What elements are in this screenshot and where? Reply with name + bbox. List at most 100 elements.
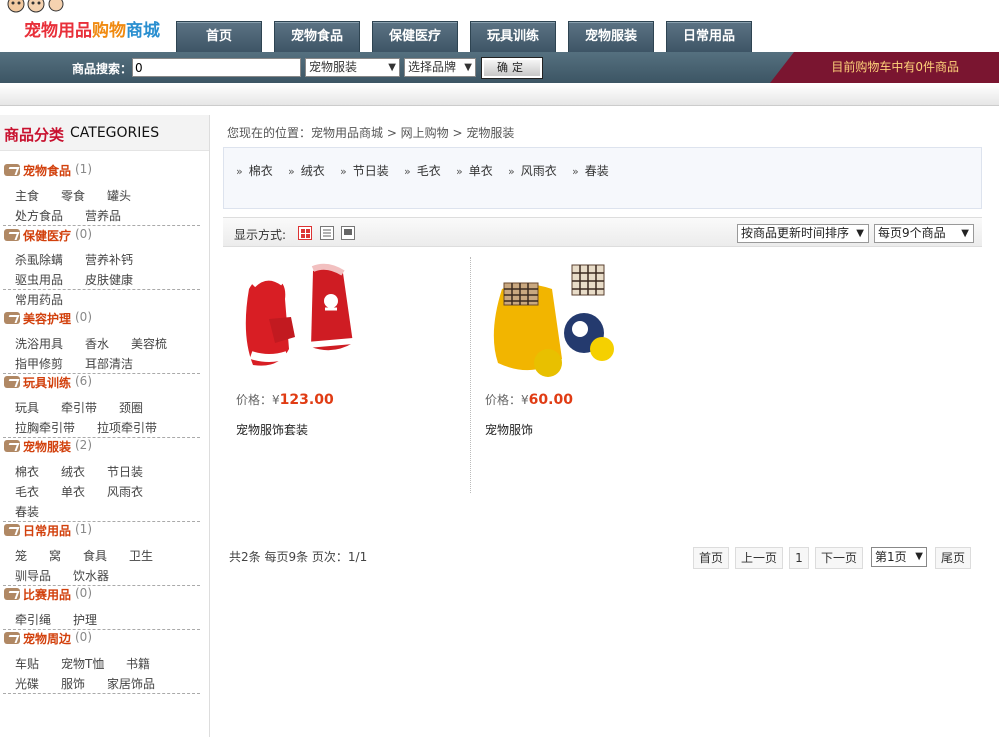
subcategory-link[interactable]: 牵引带 [61,399,97,416]
subcategory-link[interactable]: 笼 [15,547,27,564]
subcategory-link[interactable]: 书籍 [126,655,150,672]
subcategory-link[interactable]: 指甲修剪 [15,355,63,372]
subcategory-link[interactable]: 营养补钙 [85,251,133,268]
product-card[interactable]: 价格：¥123.00 宠物服饰套装 [223,257,471,493]
nav-tab-clothing[interactable]: 宠物服装 [568,21,654,52]
subcategory-link[interactable]: 服饰 [61,675,85,692]
category-count: (1) [75,162,92,176]
subcategory-link[interactable]: 香水 [85,335,109,352]
category-name: 宠物服装 [23,440,72,454]
subcategory-link[interactable]: 春装 [15,503,39,520]
subcategory-filter-item[interactable]: » 棉衣 [236,162,273,179]
cart-status[interactable]: 目前购物车中有0件商品 [770,52,999,83]
subcategory-link[interactable]: 饮水器 [73,567,109,584]
category-icon [4,376,20,388]
subcategory-link[interactable]: 风雨衣 [107,483,143,500]
subcategory-link[interactable]: 耳部清洁 [85,355,133,372]
grid-view-icon[interactable] [298,226,312,240]
sort-select[interactable]: 按商品更新时间排序 ▼ [737,224,869,243]
subcategory-link[interactable]: 节日装 [107,463,143,480]
product-name[interactable]: 宠物服饰套装 [236,421,308,438]
category-name: 宠物周边 [23,632,72,646]
subcategory-link[interactable]: 光碟 [15,675,39,692]
nav-tab-home[interactable]: 首页 [176,21,262,52]
nav-tab-pet-food[interactable]: 宠物食品 [274,21,360,52]
subcategory-filter-item[interactable]: » 风雨衣 [508,162,557,179]
subcategory-link[interactable]: 常用药品 [15,291,63,308]
subcategory-link[interactable]: 洗浴用具 [15,335,63,352]
subcategory-filter-item[interactable]: » 节日装 [340,162,389,179]
subcategory-link[interactable]: 家居饰品 [107,675,155,692]
chevron-down-icon: ▼ [961,228,969,239]
subcategory-link[interactable]: 零食 [61,187,85,204]
subcategory-link[interactable]: 单衣 [61,483,85,500]
nav-tab-toys[interactable]: 玩具训练 [470,21,556,52]
brand-select[interactable]: 选择品牌 ▼ [404,58,476,77]
nav-tab-daily[interactable]: 日常用品 [666,21,752,52]
logo-text-part: 商城 [126,21,160,41]
subcategory-link[interactable]: 营养品 [85,207,121,224]
currency-symbol: ¥ [272,393,280,407]
per-page-select[interactable]: 每页9个商品 ▼ [874,224,974,243]
product-image-red-outfit[interactable] [239,259,369,389]
category-clothing: 宠物服装 (2) 棉衣 绒衣 节日装 毛衣 单衣 风雨衣 春装 [3,438,200,522]
category-count: (0) [75,310,92,324]
category-competition: 比赛用品 (0) 牵引绳 护理 [3,586,200,630]
nav-tab-health[interactable]: 保健医疗 [372,21,458,52]
subcategory-link[interactable]: 绒衣 [61,463,85,480]
prev-page-button[interactable]: 上一页 [735,547,783,569]
subcategory-link[interactable]: 皮肤健康 [85,271,133,288]
subcategory-link[interactable]: 牵引绳 [15,611,51,628]
category-select[interactable]: 宠物服装 ▼ [305,58,400,77]
subcategory-link[interactable]: 宠物T恤 [61,655,104,672]
product-name[interactable]: 宠物服饰 [485,421,533,438]
large-view-icon[interactable] [341,226,355,240]
subcategory-link[interactable]: 驱虫用品 [15,271,63,288]
next-page-button[interactable]: 下一页 [815,547,863,569]
subcategory-link[interactable]: 驯导品 [15,567,51,584]
current-page[interactable]: 1 [789,547,809,569]
first-page-button[interactable]: 首页 [693,547,729,569]
breadcrumb: 您现在的位置：宠物用品商城 > 网上购物 > 宠物服装 [227,126,515,140]
list-view-icon[interactable] [320,226,334,240]
subcategory-filter-item[interactable]: » 春装 [572,162,609,179]
category-name: 玩具训练 [23,376,72,390]
subcategory-link[interactable]: 护理 [73,611,97,628]
search-input[interactable] [132,58,301,77]
subcategory-link[interactable]: 毛衣 [15,483,39,500]
subcategory-link[interactable]: 颈圈 [119,399,143,416]
subcategory-link[interactable]: 卫生 [129,547,153,564]
double-chevron-icon: » [572,165,579,178]
per-page-select-value: 每页9个商品 [878,226,946,240]
category-name: 美容护理 [23,312,72,326]
subcategory-link[interactable]: 美容梳 [131,335,167,352]
subcategory-link[interactable]: 棉衣 [15,463,39,480]
page-select-value: 第1页 [875,550,907,564]
last-page-button[interactable]: 尾页 [935,547,971,569]
chevron-down-icon: ▼ [856,228,864,239]
search-confirm-button[interactable]: 确定 [481,57,543,79]
page-select[interactable]: 第1页 ▼ [871,547,927,567]
subcategory-link[interactable]: 罐头 [107,187,131,204]
category-icon [4,229,20,241]
subcategory-filter-item[interactable]: » 绒衣 [288,162,325,179]
subcategory-link[interactable]: 杀虱除螨 [15,251,63,268]
subcategory-link[interactable]: 食具 [83,547,107,564]
subcategory-link[interactable]: 拉项牵引带 [97,419,157,436]
subcategory-filter-item[interactable]: » 单衣 [456,162,493,179]
chevron-down-icon: ▼ [388,62,396,73]
subcategory-link[interactable]: 玩具 [15,399,39,416]
subcategory-link[interactable]: 窝 [49,547,61,564]
product-image-yellow-outfit[interactable] [488,259,618,389]
sidebar-heading: 商品分类 CATEGORIES [0,115,209,151]
logo[interactable]: 宠物用品购物商城 [4,0,174,50]
sidebar-heading-en: CATEGORIES [70,125,160,141]
subcategory-link[interactable]: 主食 [15,187,39,204]
product-card[interactable]: 价格：¥60.00 宠物服饰 [472,257,720,493]
chevron-down-icon: ▼ [915,551,923,562]
price-value: 60.00 [528,392,573,408]
subcategory-link[interactable]: 拉胸牵引带 [15,419,75,436]
subcategory-filter-item[interactable]: » 毛衣 [404,162,441,179]
subcategory-link[interactable]: 处方食品 [15,207,63,224]
subcategory-link[interactable]: 车贴 [15,655,39,672]
